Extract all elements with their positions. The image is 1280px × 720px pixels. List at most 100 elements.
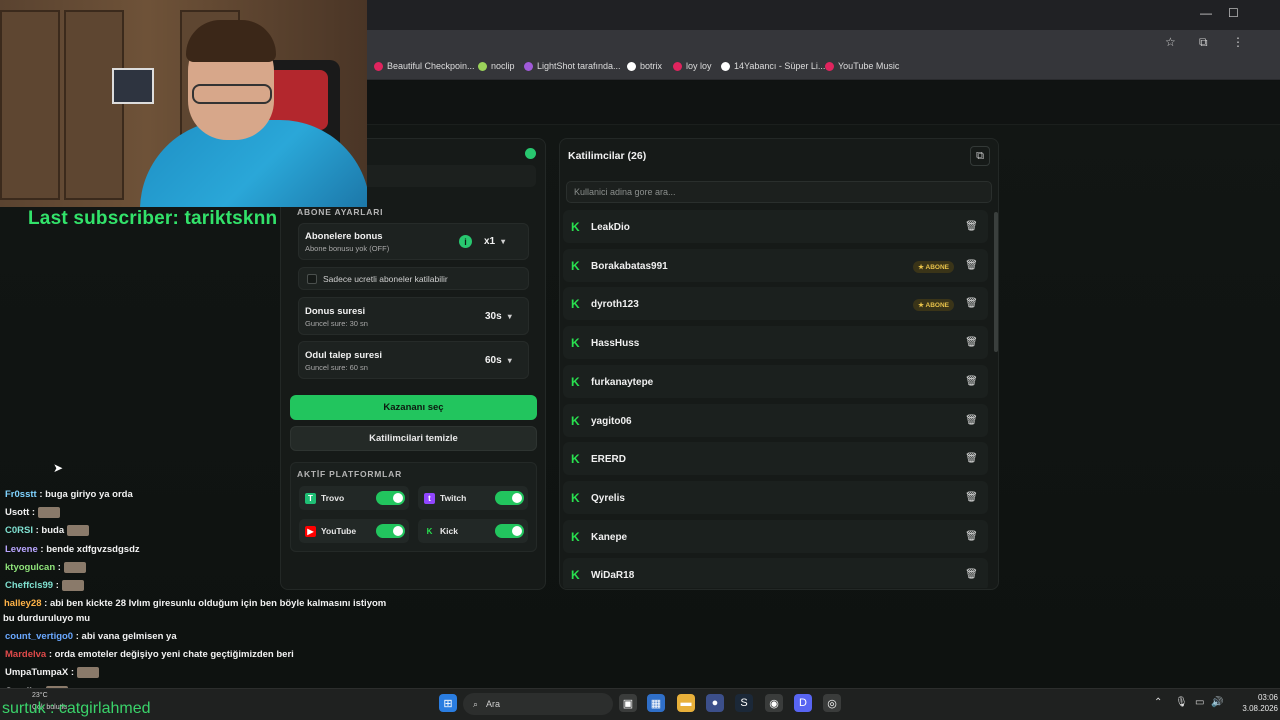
kick-icon: K xyxy=(571,220,580,234)
youtube-toggle[interactable] xyxy=(376,524,405,538)
twitch-toggle[interactable] xyxy=(495,491,524,505)
trash-icon[interactable]: 🗑 xyxy=(963,566,980,583)
participant-row[interactable]: K Kanepe 🗑 xyxy=(563,519,988,553)
youtube-icon: ▶ xyxy=(305,525,316,537)
chat-text: : abi vana gelmisen ya xyxy=(75,631,177,642)
bookmark-favicon-icon xyxy=(825,61,834,71)
chat-text: : orda emoteler değişiyo yeni chate geçt… xyxy=(48,649,294,660)
bookmark-label: LightShot tarafında... xyxy=(537,61,621,71)
copy-icon[interactable]: ⧉ xyxy=(970,146,990,166)
participant-row[interactable]: K Borakabatas991 ★ ABONE 🗑 xyxy=(563,248,988,282)
microphone-icon[interactable]: 🎙 xyxy=(1175,697,1188,708)
extensions-icon[interactable]: ⧉ xyxy=(1199,35,1208,50)
search-icon: ⌕ xyxy=(473,698,479,709)
obs-icon[interactable]: ◎ xyxy=(823,694,841,712)
platform-name: Trovo xyxy=(321,493,345,503)
trash-icon[interactable]: 🗑 xyxy=(963,295,980,312)
chat-text: : buga giriyo ya orda xyxy=(39,489,133,500)
participant-row[interactable]: Kyagito06 🗑 xyxy=(563,403,988,437)
trash-icon[interactable]: 🗑 xyxy=(963,218,980,235)
chat-username: ktyogulcan xyxy=(5,562,56,574)
platform-name: Kick xyxy=(440,526,458,536)
claim-title: Odul talep suresi xyxy=(305,350,383,361)
steam-icon[interactable]: S xyxy=(735,694,753,712)
list-scrollbar[interactable] xyxy=(994,212,998,352)
participant-row[interactable]: K ERERD 🗑 xyxy=(563,442,988,476)
subscriber-badge: ★ ABONE xyxy=(913,299,954,312)
bookmark-favicon-icon xyxy=(374,61,383,71)
kick-icon: K xyxy=(426,526,433,536)
chat-username: halley28 xyxy=(4,598,42,609)
star-icon[interactable]: ☆ xyxy=(1165,35,1176,49)
trash-icon[interactable]: 🗑 xyxy=(963,257,980,274)
trash-icon[interactable]: 🗑 xyxy=(963,373,980,390)
participant-row[interactable]: Kfurkanaytepe 🗑 xyxy=(563,364,988,398)
participant-search-input[interactable] xyxy=(566,181,992,203)
display-icon[interactable]: ▭ xyxy=(1195,697,1204,708)
taskbar-search[interactable]: ⌕ Ara xyxy=(463,693,613,715)
participant-row[interactable]: K HassHuss 🗑 xyxy=(563,326,988,360)
duration-value: 30s xyxy=(485,311,502,322)
kick-toggle[interactable] xyxy=(495,524,524,538)
menu-icon[interactable]: ⋮ xyxy=(1232,35,1244,49)
bookmark-favicon-icon xyxy=(673,61,682,71)
chat-text: : xyxy=(57,562,61,574)
calculator-icon[interactable]: ▦ xyxy=(647,694,665,712)
trash-icon[interactable]: 🗑 xyxy=(963,528,980,545)
bonus-select[interactable]: x1 ▾ xyxy=(484,236,505,247)
bookmark-label: 14Yabancı - Süper Li... xyxy=(734,61,826,71)
claim-select[interactable]: 60s ▾ xyxy=(485,355,512,366)
windows-start-icon[interactable]: ⊞ xyxy=(439,694,457,712)
claim-setting: Odul talep suresi Guncel sure: 60 sn 60s… xyxy=(298,341,529,379)
bookmark-item[interactable]: YouTube Music xyxy=(825,61,899,71)
kick-icon: K xyxy=(571,413,580,428)
volume-icon[interactable]: 🔊 xyxy=(1211,697,1223,708)
clock-date: 3.08.2026 xyxy=(1242,704,1278,713)
bookmark-item[interactable]: LightShot tarafında... xyxy=(524,61,621,71)
duration-select[interactable]: 30s ▾ xyxy=(485,311,512,322)
participant-row[interactable]: K LeakDio 🗑 xyxy=(563,210,988,243)
weather-temp: 23°C xyxy=(32,692,48,699)
participant-name: yagito06 xyxy=(591,415,632,427)
kick-icon: K xyxy=(571,568,580,583)
chat-emote-icon xyxy=(76,667,99,678)
pick-winner-button[interactable]: Kazananı seç xyxy=(290,395,537,420)
bookmark-item[interactable]: 14Yabancı - Süper Li... xyxy=(721,61,825,71)
bookmark-item[interactable]: botrix xyxy=(627,61,662,71)
task-view-icon[interactable]: ▣ xyxy=(619,694,637,712)
info-icon[interactable]: i xyxy=(459,235,472,248)
app-icon[interactable]: ● xyxy=(706,694,724,712)
participant-row[interactable]: Kdyroth123 ★ ABONE 🗑 xyxy=(563,287,988,321)
trovo-toggle[interactable] xyxy=(376,491,405,505)
abone-settings-label: ABONE AYARLARI xyxy=(297,207,384,217)
kick-icon: K xyxy=(571,374,580,389)
clear-participants-button[interactable]: Katilimcilari temizle xyxy=(290,426,537,451)
participant-row[interactable]: K WiDaR18 🗑 xyxy=(563,558,988,588)
bookmark-favicon-icon xyxy=(524,61,533,71)
kick-icon: K xyxy=(571,258,580,273)
discord-icon[interactable]: D xyxy=(794,694,812,712)
clock[interactable]: 03:06 3.08.2026 xyxy=(1228,692,1278,714)
kick-icon: K xyxy=(571,529,580,544)
trash-icon[interactable]: 🗑 xyxy=(963,412,980,429)
participant-name: furkanaytepe xyxy=(591,376,654,388)
trash-icon[interactable]: 🗑 xyxy=(963,489,980,506)
claim-value: 60s xyxy=(485,355,502,366)
only-paid-setting[interactable]: Sadece ucretli aboneler katilabilir xyxy=(298,267,529,290)
trash-icon[interactable]: 🗑 xyxy=(963,450,980,467)
minimize-icon[interactable]: — xyxy=(1200,6,1212,20)
trash-icon[interactable]: 🗑 xyxy=(963,334,980,351)
bookmark-item[interactable]: Beautiful Checkpoin... xyxy=(374,61,475,71)
chrome-icon[interactable]: ◉ xyxy=(765,694,783,712)
tray-chevron-icon[interactable]: ⌃ xyxy=(1154,697,1162,708)
chat-text: : xyxy=(70,667,74,679)
chat-username: C0RSI xyxy=(5,525,33,537)
file-explorer-icon[interactable]: ▬ xyxy=(677,694,695,712)
only-paid-checkbox[interactable] xyxy=(307,274,317,284)
bookmark-item[interactable]: loy loy xyxy=(673,61,712,71)
bookmark-item[interactable]: noclip xyxy=(478,61,515,71)
chat-text: : xyxy=(55,580,59,592)
platform-youtube: ▶ YouTube xyxy=(299,519,409,543)
maximize-icon[interactable]: ☐ xyxy=(1228,6,1239,20)
participant-row[interactable]: K Qyrelis 🗑 xyxy=(563,480,988,514)
